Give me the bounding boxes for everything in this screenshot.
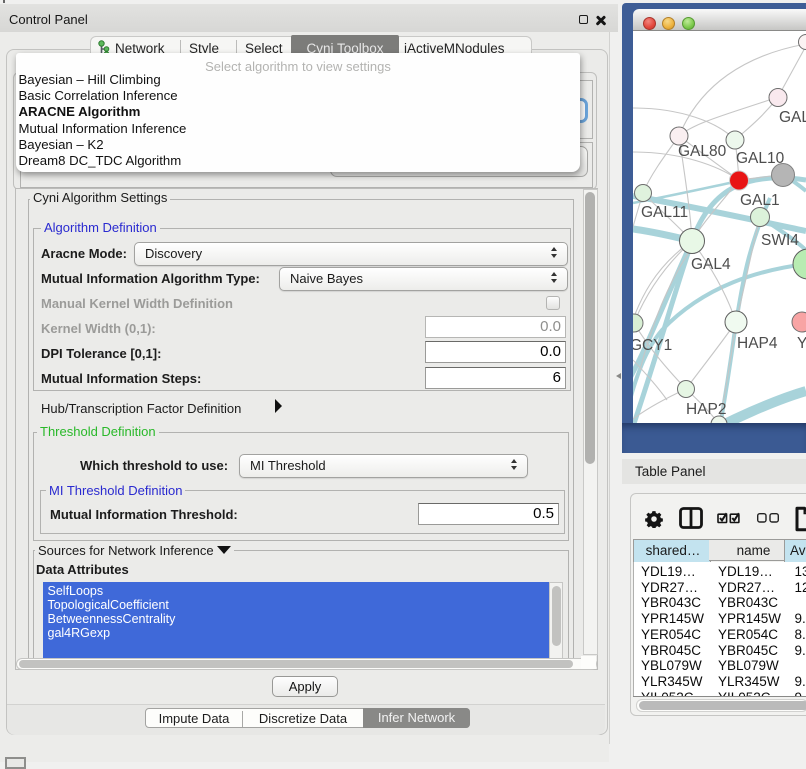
svg-text:HAP4: HAP4 [737,335,778,352]
svg-text:SWI4: SWI4 [761,232,799,249]
svg-text:GCY1: GCY1 [633,337,672,354]
svg-text:HAP2: HAP2 [686,401,727,418]
svg-text:GAL10: GAL10 [736,150,785,167]
svg-text:GAL1: GAL1 [740,192,780,209]
svg-text:GAL4: GAL4 [691,256,731,273]
svg-text:GAL80: GAL80 [678,143,727,160]
svg-text:Y: Y [797,335,806,352]
svg-text:GAL2: GAL2 [779,109,806,126]
svg-text:GAL11: GAL11 [641,204,688,221]
